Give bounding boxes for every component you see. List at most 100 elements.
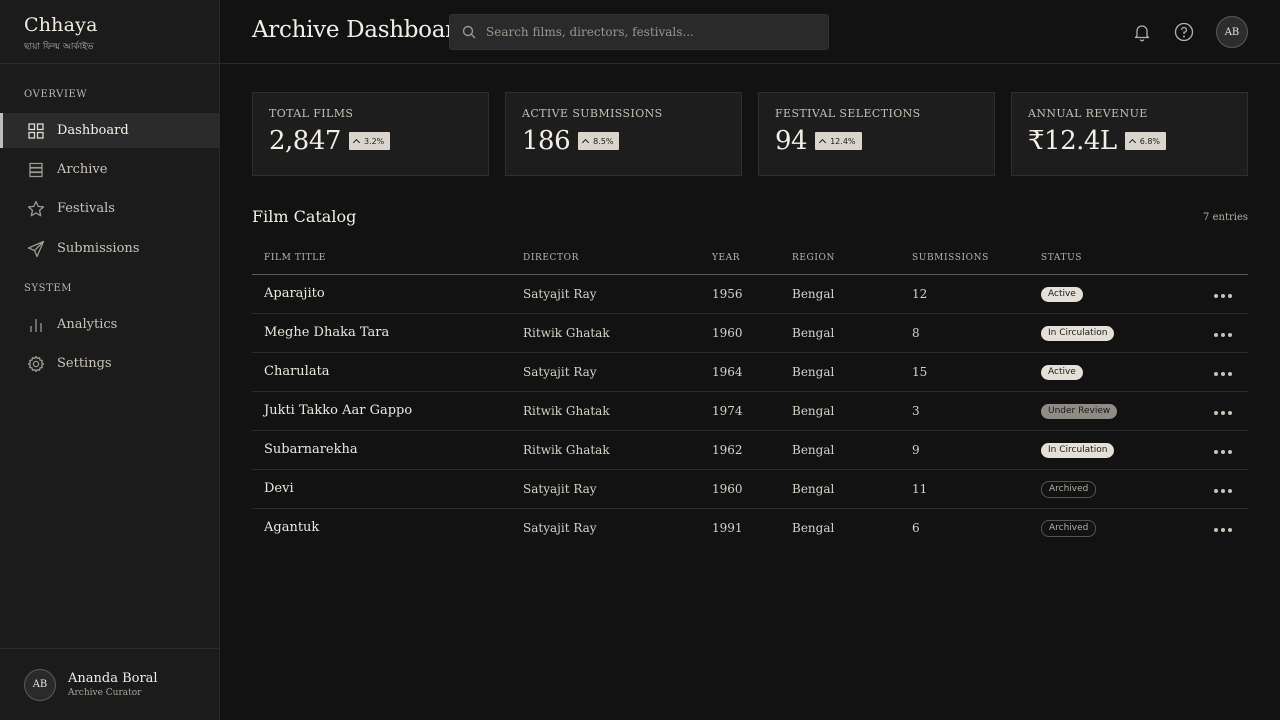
status-badge: In Circulation (1041, 326, 1115, 341)
table-row[interactable]: Jukti Takko Aar Gappo Ritwik Ghatak 1974 Be… (252, 391, 1248, 431)
table-row[interactable]: Charulata Satyajit Ray 1964 Bengal 15 Active (252, 352, 1248, 392)
more-options-icon[interactable] (1214, 410, 1232, 415)
column-header-actions (1179, 243, 1248, 275)
grid-icon (27, 122, 45, 140)
director-cell: Satyajit Ray (523, 520, 597, 535)
table-row[interactable]: Meghe Dhaka Tara Ritwik Ghatak 1960 Bengal 8… (252, 313, 1248, 353)
more-options-icon[interactable] (1214, 293, 1232, 298)
arrow-up-icon (352, 138, 360, 146)
stat-value: 94 (775, 126, 808, 156)
region-cell: Bengal (780, 430, 900, 470)
sidebar-item-festivals[interactable]: Festivals (0, 191, 219, 226)
more-options-icon[interactable] (1214, 488, 1232, 493)
column-header[interactable]: YEAR (700, 243, 780, 275)
search-bar[interactable] (449, 14, 829, 50)
more-options-icon[interactable] (1214, 371, 1232, 376)
page-title: Archive Dashboard (252, 17, 471, 43)
table-row[interactable]: Devi Satyajit Ray 1960 Bengal 11 Archived (252, 469, 1248, 509)
stat-card-annual-revenue: ANNUAL REVENUE ₹12.4L 6.8% (1011, 92, 1248, 176)
status-cell: Active (1029, 274, 1179, 314)
director-cell: Ritwik Ghatak (511, 391, 700, 431)
table-row[interactable]: Aparajito Satyajit Ray 1956 Bengal 12 Active (252, 274, 1248, 314)
submissions-cell: 15 (900, 352, 1029, 392)
director-cell: Satyajit Ray (511, 274, 700, 314)
year-cell: 1974 (700, 391, 780, 431)
row-actions-cell (1179, 313, 1248, 353)
sidebar-item-dashboard[interactable]: Dashboard (0, 113, 219, 148)
nav-section-overview: OVERVIEW (24, 89, 88, 100)
entries-count: 7 entries (1203, 212, 1248, 223)
status-cell: Under Review (1029, 391, 1179, 431)
column-header[interactable]: STATUS (1029, 243, 1179, 275)
trend-badge: 12.4% (815, 132, 862, 150)
stat-label: TOTAL FILMS (269, 107, 354, 120)
sidebar-item-archive[interactable]: Archive (0, 152, 219, 187)
sidebar-item-label: Submissions (57, 241, 140, 256)
sidebar-item-settings[interactable]: Settings (0, 346, 219, 381)
status-badge: Under Review (1041, 404, 1118, 419)
trend-value: 6.8% (1139, 136, 1161, 146)
user-name: Ananda Boral (68, 671, 158, 686)
region-cell: Bengal (780, 391, 900, 431)
stat-value: ₹12.4L (1028, 126, 1117, 156)
more-options-icon[interactable] (1214, 449, 1232, 454)
sidebar-item-submissions[interactable]: Submissions (0, 231, 219, 266)
nav-section-system: SYSTEM (24, 283, 73, 294)
director-cell: Satyajit Ray (511, 469, 700, 509)
year-cell: 1962 (700, 430, 780, 470)
stat-card-festival-selections: FESTIVAL SELECTIONS 94 12.4% (758, 92, 995, 176)
row-actions-cell (1179, 508, 1248, 547)
user-role: Archive Curator (68, 688, 142, 698)
film-table: FILM TITLE DIRECTOR YEAR REGION SUBMISSI… (252, 243, 1248, 547)
row-actions-cell (1179, 274, 1248, 314)
region-cell: Bengal (792, 520, 835, 535)
trend-badge: 3.2% (348, 132, 391, 150)
row-actions-cell (1179, 469, 1248, 509)
stat-label: FESTIVAL SELECTIONS (775, 107, 921, 120)
status-badge: Archived (1041, 519, 1097, 537)
user-profile[interactable]: AB Ananda Boral Archive Curator (0, 648, 219, 720)
status-cell: In Circulation (1029, 430, 1179, 470)
arrow-up-icon (819, 138, 827, 146)
trend-badge: 8.5% (578, 132, 620, 150)
column-header[interactable]: REGION (780, 243, 900, 275)
column-header[interactable]: DIRECTOR (511, 243, 700, 275)
column-header[interactable]: SUBMISSIONS (900, 243, 1029, 275)
trend-value: 3.2% (363, 136, 385, 146)
film-title-cell: Jukti Takko Aar Gappo (252, 391, 511, 431)
film-title-cell: Meghe Dhaka Tara (252, 313, 511, 353)
region-cell: Bengal (780, 313, 900, 353)
table-row[interactable]: Subarnarekha Ritwik Ghatak 1962 Bengal 9 In C… (252, 430, 1248, 470)
row-actions-cell (1179, 352, 1248, 392)
film-title-cell: Subarnarekha (252, 430, 511, 470)
submissions-cell: 8 (900, 313, 1029, 353)
region-cell: Bengal (780, 469, 900, 509)
database-icon (27, 161, 45, 179)
trend-value: 8.5% (593, 136, 614, 146)
status-badge: Active (1041, 365, 1083, 380)
search-input[interactable] (486, 25, 806, 39)
help-icon[interactable] (1174, 22, 1194, 42)
bell-icon[interactable] (1132, 22, 1152, 42)
search-icon (462, 25, 476, 39)
more-options-icon[interactable] (1214, 332, 1232, 337)
year-cell: 1956 (700, 274, 780, 314)
status-cell: Archived (1029, 508, 1179, 547)
status-cell: Active (1029, 352, 1179, 392)
status-cell: In Circulation (1029, 313, 1179, 353)
director-cell: Ritwik Ghatak (511, 430, 700, 470)
status-badge: Archived (1041, 480, 1097, 498)
film-title-cell: Devi (252, 469, 511, 509)
brand[interactable]: Chhaya ছায়া ফিল্ম আর্কাইভ (0, 0, 219, 64)
film-title-cell: Agantuk (264, 520, 320, 536)
sidebar-item-analytics[interactable]: Analytics (0, 307, 219, 342)
avatar: AB (24, 668, 56, 701)
column-header[interactable]: FILM TITLE (252, 243, 511, 275)
more-options-icon[interactable] (1214, 527, 1232, 532)
arrow-up-icon (582, 138, 590, 146)
table-row[interactable]: Agantuk Satyajit Ray 1991 Bengal 6 Archived (252, 508, 1248, 547)
status-badge: Active (1041, 287, 1083, 302)
brand-subtitle: ছায়া ফিল্ম আর্কাইভ (24, 42, 94, 52)
section-title: Film Catalog (252, 207, 357, 226)
avatar[interactable]: AB (1216, 16, 1248, 48)
